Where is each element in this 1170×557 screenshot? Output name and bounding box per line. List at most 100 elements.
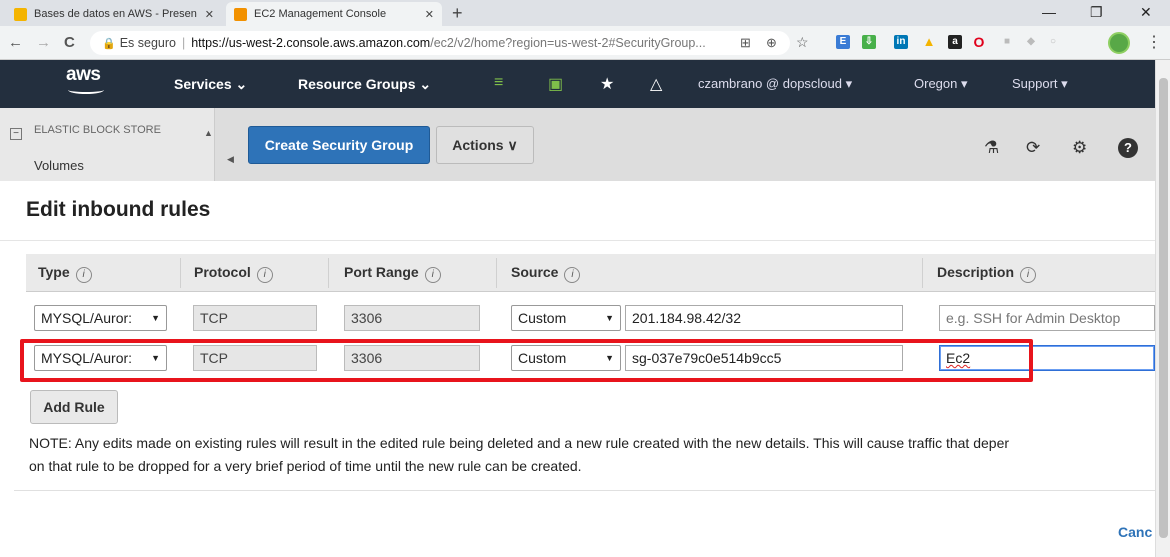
zoom-icon[interactable]: ⊕: [766, 35, 777, 51]
rule-type-select[interactable]: MYSQL/Auror: ▼: [34, 305, 167, 331]
aws-logo-smile: [68, 86, 104, 94]
cancel-button[interactable]: Canc: [1118, 524, 1152, 540]
info-icon[interactable]: i: [564, 267, 581, 283]
tab-title: Bases de datos en AWS - Presen: [34, 8, 197, 20]
browser-tab-ec2-console[interactable]: EC2 Management Console ✕: [226, 2, 442, 26]
reload-button[interactable]: C: [64, 34, 75, 51]
shortcut-icon[interactable]: ▣: [548, 74, 563, 94]
resource-groups-label: Resource Groups: [298, 76, 416, 92]
collapse-section-icon[interactable]: −: [10, 128, 22, 140]
maximize-button[interactable]: ❐: [1090, 4, 1103, 21]
support-label: Support: [1012, 76, 1058, 91]
collapse-sidebar-icon[interactable]: ◀: [227, 154, 234, 165]
ext-icon-4[interactable]: ◆: [1024, 35, 1038, 49]
opera-icon[interactable]: O: [972, 35, 986, 49]
rule-description-input[interactable]: e.g. SSH for Admin Desktop: [939, 305, 1155, 331]
region-menu[interactable]: Oregon ▾: [914, 76, 968, 92]
column-divider: [496, 258, 497, 288]
drive-icon[interactable]: ▲: [922, 35, 936, 49]
scrollbar-thumb[interactable]: [1159, 78, 1168, 538]
ext-icon-3[interactable]: ■: [1000, 35, 1014, 49]
column-label: Description: [937, 264, 1015, 280]
forward-button[interactable]: →: [36, 34, 51, 51]
settings-gear-icon[interactable]: ⚙: [1072, 138, 1087, 158]
close-window-button[interactable]: ✕: [1140, 4, 1152, 21]
close-tab-icon[interactable]: ✕: [425, 8, 434, 21]
aws-favicon-icon: [234, 7, 247, 21]
translate-icon[interactable]: ⊞: [740, 35, 751, 51]
rule-protocol-field: TCP: [193, 305, 317, 331]
resource-groups-menu[interactable]: Resource Groups ⌄: [298, 76, 431, 93]
pin-icon[interactable]: ★: [600, 74, 614, 94]
add-rule-button[interactable]: Add Rule: [30, 390, 118, 424]
note-line: NOTE: Any edits made on existing rules w…: [29, 435, 1010, 451]
column-label: Port Range: [344, 264, 419, 280]
bookmark-star-icon[interactable]: ☆: [796, 34, 809, 51]
ext-icon-2[interactable]: ⇩: [862, 35, 876, 49]
account-menu[interactable]: czambrano @ dopscloud ▾: [698, 76, 852, 92]
back-button[interactable]: ←: [8, 34, 23, 51]
column-divider: [922, 258, 923, 288]
actions-button[interactable]: Actions ∨: [436, 126, 534, 164]
column-header-type: Type i: [38, 264, 92, 283]
rule-source-type-value: Custom: [518, 310, 567, 326]
info-icon[interactable]: i: [1020, 267, 1037, 283]
dropdown-arrow-icon: ▼: [151, 313, 160, 323]
rule-type-value: MYSQL/Auror:: [41, 310, 133, 326]
close-tab-icon[interactable]: ✕: [205, 8, 214, 21]
chevron-down-icon: ∨: [507, 136, 518, 153]
page-scrollbar[interactable]: [1155, 60, 1170, 557]
column-header-port-range: Port Range i: [344, 264, 441, 283]
support-menu[interactable]: Support ▾: [1012, 76, 1068, 92]
services-label: Services: [174, 76, 232, 92]
aws-logo[interactable]: aws: [66, 64, 101, 86]
ec2-shortcut-icon[interactable]: ≡: [494, 74, 503, 92]
help-icon[interactable]: ?: [1118, 138, 1138, 158]
sidebar: − ELASTIC BLOCK STORE Volumes ▲: [0, 108, 215, 188]
browser-tab-presentation[interactable]: Bases de datos en AWS - Presen ✕: [6, 2, 222, 26]
column-header-source: Source i: [511, 264, 581, 283]
column-label: Type: [38, 264, 70, 280]
note-line: on that rule to be dropped for a very br…: [29, 458, 582, 474]
ext-icon-5[interactable]: ○: [1046, 35, 1060, 49]
minimize-button[interactable]: —: [1042, 4, 1056, 20]
services-menu[interactable]: Services ⌄: [174, 76, 247, 93]
modal-body: Type i Protocol i Port Range i Source i Desc…: [0, 242, 1155, 557]
info-icon[interactable]: i: [256, 267, 273, 283]
tab-title: EC2 Management Console: [254, 8, 387, 20]
dropdown-arrow-icon: ▼: [605, 313, 614, 323]
url-host: https://us-west-2.console.aws.amazon.com: [191, 36, 431, 50]
info-icon[interactable]: i: [75, 267, 92, 283]
info-icon[interactable]: i: [424, 267, 441, 283]
ext-icon-1[interactable]: E: [836, 35, 850, 49]
browser-address-bar: ← → C 🔒 Es seguro | https://us-west-2.co…: [0, 26, 1170, 60]
new-tab-button[interactable]: +: [452, 3, 463, 24]
amazon-icon[interactable]: a: [948, 35, 962, 49]
chevron-down-icon: ⌄: [235, 76, 248, 92]
browser-menu-icon[interactable]: ⋮: [1146, 32, 1162, 52]
modal-footer-divider: [14, 490, 1155, 491]
url-path: /ec2/v2/home?region=us-west-2#SecurityGr…: [430, 36, 706, 50]
aws-top-nav: aws Services ⌄ Resource Groups ⌄ ≡ ▣ ★ △…: [0, 60, 1155, 108]
rule-source-type-select[interactable]: Custom ▼: [511, 305, 621, 331]
region-label: Oregon: [914, 76, 958, 91]
actions-label: Actions: [452, 137, 504, 153]
sidebar-section-ebs: ELASTIC BLOCK STORE: [34, 124, 161, 136]
rule-source-input[interactable]: 201.184.98.42/32: [625, 305, 903, 331]
edit-rules-note: NOTE: Any edits made on existing rules w…: [29, 432, 1155, 478]
create-security-group-button[interactable]: Create Security Group: [248, 126, 430, 164]
chevron-down-icon: ⌄: [419, 76, 432, 92]
bell-icon[interactable]: △: [650, 74, 662, 94]
rules-table-header: Type i Protocol i Port Range i Source i Desc…: [26, 254, 1155, 292]
linkedin-icon[interactable]: in: [894, 35, 908, 49]
flask-icon[interactable]: ⚗: [984, 138, 999, 158]
refresh-icon[interactable]: ⟳: [1026, 138, 1040, 158]
sidebar-item-volumes[interactable]: Volumes: [34, 158, 84, 173]
rule-port-range-field: 3306: [344, 305, 480, 331]
annotation-highlight-box: [20, 339, 1033, 382]
scroll-up-icon[interactable]: ▲: [204, 128, 213, 138]
profile-avatar[interactable]: [1108, 32, 1130, 54]
url-input[interactable]: 🔒 Es seguro | https://us-west-2.console.…: [90, 31, 790, 55]
column-divider: [180, 258, 181, 288]
column-header-description: Description i: [937, 264, 1037, 283]
